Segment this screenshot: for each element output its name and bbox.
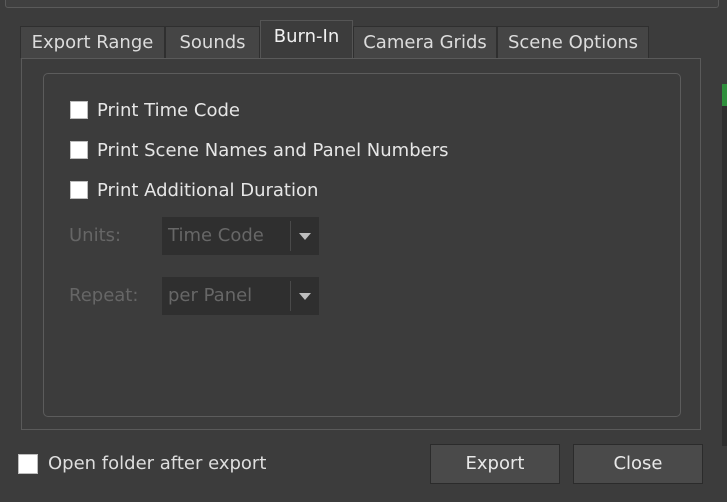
- window-edge-accent: [722, 84, 727, 106]
- print-time-code-checkbox[interactable]: [70, 101, 88, 119]
- units-value: Time Code: [168, 225, 264, 246]
- burn-in-panel: Print Time Code Print Scene Names and Pa…: [21, 58, 701, 430]
- repeat-label: Repeat:: [69, 285, 139, 306]
- chevron-down-icon[interactable]: [291, 277, 319, 315]
- burn-in-group: Print Time Code Print Scene Names and Pa…: [43, 73, 681, 417]
- print-scene-names-row[interactable]: Print Scene Names and Panel Numbers: [70, 138, 448, 162]
- top-frame: [5, 0, 719, 8]
- print-additional-duration-row[interactable]: Print Additional Duration: [70, 178, 318, 202]
- repeat-value: per Panel: [168, 285, 253, 306]
- export-button[interactable]: Export: [430, 444, 560, 484]
- print-time-code-row[interactable]: Print Time Code: [70, 98, 240, 122]
- tab-export-range[interactable]: Export Range: [20, 26, 165, 58]
- open-folder-label: Open folder after export: [48, 453, 267, 474]
- print-additional-duration-label: Print Additional Duration: [97, 179, 319, 201]
- units-dropdown[interactable]: Time Code: [162, 217, 319, 255]
- print-scene-names-checkbox[interactable]: [70, 141, 88, 159]
- tab-sounds[interactable]: Sounds: [165, 26, 260, 58]
- print-time-code-label: Print Time Code: [97, 99, 240, 121]
- tab-camera-grids[interactable]: Camera Grids: [353, 26, 497, 58]
- tab-scene-options[interactable]: Scene Options: [497, 26, 649, 58]
- open-folder-checkbox[interactable]: [18, 453, 38, 474]
- open-folder-row[interactable]: Open folder after export: [18, 453, 266, 474]
- units-label: Units:: [69, 225, 122, 246]
- window-edge: [722, 106, 727, 446]
- close-button[interactable]: Close: [573, 444, 703, 484]
- repeat-dropdown[interactable]: per Panel: [162, 277, 319, 315]
- tab-burn-in[interactable]: Burn-In: [260, 20, 353, 58]
- chevron-down-icon[interactable]: [291, 217, 319, 255]
- print-additional-duration-checkbox[interactable]: [70, 181, 88, 199]
- print-scene-names-label: Print Scene Names and Panel Numbers: [97, 139, 449, 161]
